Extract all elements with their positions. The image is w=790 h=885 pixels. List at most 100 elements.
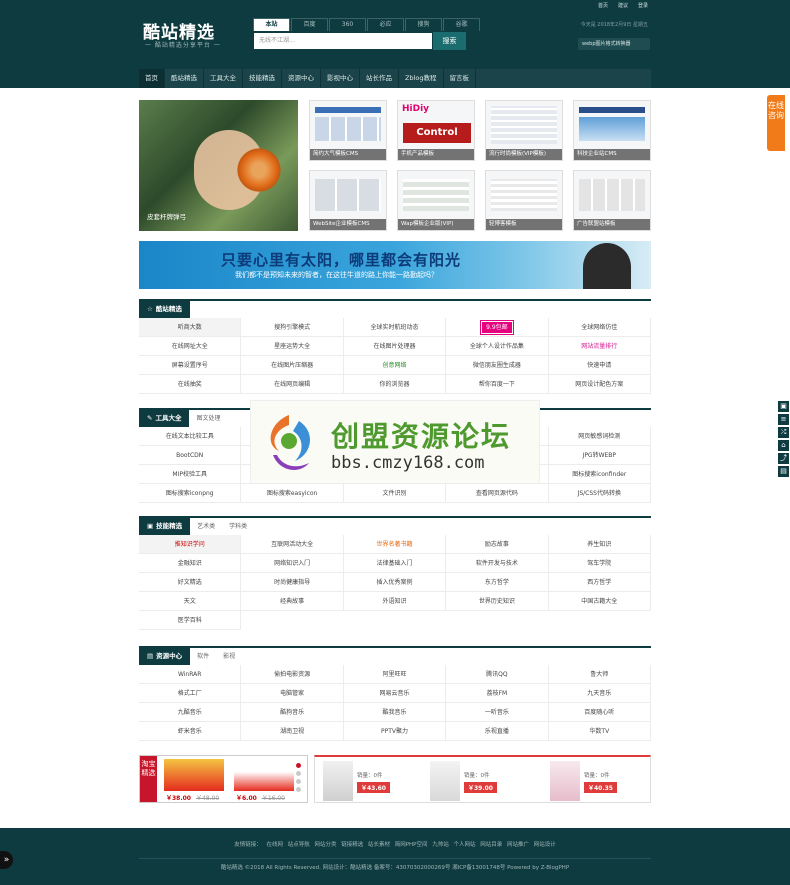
link-cell[interactable]: 全球实时航班动态 xyxy=(343,318,447,337)
link-cell[interactable]: PPTV聚力 xyxy=(343,722,447,741)
shuffle-icon[interactable]: ⤮ xyxy=(778,427,789,438)
pager-dot[interactable] xyxy=(295,787,301,792)
link-cell[interactable]: 创意网络 xyxy=(343,356,447,375)
link-cell[interactable]: 全球个人设计作品集 xyxy=(446,337,549,356)
link-cell[interactable]: 好文精选 xyxy=(139,573,242,592)
link-cell[interactable]: 外语知识 xyxy=(343,592,447,611)
share-icon[interactable]: ⤴ xyxy=(778,453,789,464)
link-cell[interactable]: 搜狗引擎模式 xyxy=(241,318,344,337)
link-cell[interactable]: 在线图片压缩器 xyxy=(241,356,344,375)
link-cell[interactable]: 酷我音乐 xyxy=(343,703,447,722)
link-cell[interactable]: 网易云音乐 xyxy=(343,684,447,703)
link-cell[interactable]: 快速申请 xyxy=(548,356,651,375)
thumb-card[interactable]: 广告联盟站模板 xyxy=(573,170,651,231)
search-tab-360[interactable]: 360 xyxy=(329,18,366,31)
link-cell[interactable]: JPG转WEBP xyxy=(548,446,651,465)
online-service-button[interactable]: 在线咨询 xyxy=(767,95,785,151)
link-cell[interactable]: 插入优秀案例 xyxy=(343,573,447,592)
section-tab[interactable]: 学科类 xyxy=(222,518,254,535)
pager-dot[interactable] xyxy=(295,763,301,768)
link-cell[interactable]: 全球网络仿佳 xyxy=(548,318,651,337)
link-cell[interactable]: MIP校验工具 xyxy=(139,465,242,484)
link-cell[interactable]: 中国古籍大全 xyxy=(548,592,651,611)
section-title[interactable]: ✎ 工具大全 xyxy=(139,410,190,427)
thumb-card[interactable]: 流行时尚模板(VIP模板) xyxy=(485,100,563,161)
link-cell[interactable]: 医学百科 xyxy=(139,611,242,630)
link-cell[interactable]: 世界名著书籍 xyxy=(343,535,447,554)
link-cell[interactable]: 图标搜索iconpng xyxy=(139,484,242,503)
search-tab-google[interactable]: 谷歌 xyxy=(443,18,480,31)
promo-badge[interactable]: 9.9包邮 xyxy=(480,320,514,335)
thumb-card[interactable]: WebSite企业模板CMS xyxy=(309,170,387,231)
link-cell[interactable]: BootCDN xyxy=(139,446,242,465)
link-cell[interactable]: 格式工厂 xyxy=(139,684,242,703)
search-tab-sogou[interactable]: 搜狗 xyxy=(405,18,442,31)
section-title[interactable]: ▣ 技能精选 xyxy=(139,518,191,535)
link-cell[interactable]: 一听音乐 xyxy=(446,703,549,722)
link-cell[interactable]: 图标搜索easyicon xyxy=(241,484,344,503)
link-cell[interactable]: 鲁大师 xyxy=(548,665,651,684)
link-cell[interactable]: JS/CSS代码转换 xyxy=(548,484,651,503)
link-cell[interactable]: 微信朋友圈生成器 xyxy=(446,356,549,375)
thumb-card[interactable]: 科技企业站CMS xyxy=(573,100,651,161)
link-cell[interactable]: 你的浏览器 xyxy=(343,375,447,394)
link-cell[interactable]: 九酷音乐 xyxy=(139,703,242,722)
search-input[interactable]: 无线不江湖... xyxy=(253,32,433,50)
link-cell[interactable]: 查看网页源代码 xyxy=(446,484,549,503)
ad-banner[interactable]: 只要心里有太阳，哪里都会有阳光 我们都不是预知未来的智者，在这往牛道的路上你能一… xyxy=(139,241,651,289)
link-cell[interactable]: 励志故事 xyxy=(446,535,549,554)
link-cell[interactable]: 星座运势大全 xyxy=(241,337,344,356)
link-cell[interactable]: 法律基础入门 xyxy=(343,554,447,573)
section-title[interactable]: ☆ 酷站精选 xyxy=(139,301,190,318)
promo-item[interactable]: 销量：0件 ￥43.60 xyxy=(323,761,403,801)
link-cell[interactable]: 九天音乐 xyxy=(548,684,651,703)
thumb-card[interactable]: HiDiy Control 手机产品模板 xyxy=(397,100,475,161)
section-tab[interactable]: 影视 xyxy=(216,648,242,665)
link-cell[interactable]: 网页设计配色方案 xyxy=(548,375,651,394)
link-cell[interactable]: 金融知识 xyxy=(139,554,242,573)
link-cell[interactable]: 屏幕设置序号 xyxy=(139,356,242,375)
link-cell[interactable]: 在线图片处理器 xyxy=(343,337,447,356)
nav-guestbook[interactable]: 留言板 xyxy=(444,69,476,88)
pager-dot[interactable] xyxy=(295,779,301,784)
link-cell[interactable]: 虾米音乐 xyxy=(139,722,242,741)
promo-product-image[interactable] xyxy=(234,759,294,791)
link-cell[interactable]: 互联网活动大全 xyxy=(241,535,344,554)
slider-caption[interactable]: 皮套杆牌弹弓 xyxy=(147,211,186,221)
link-cell[interactable]: 推知识学问 xyxy=(139,535,242,554)
nav-zblog[interactable]: Zblog教程 xyxy=(399,69,444,88)
link-cell[interactable]: 腾讯QQ xyxy=(446,665,549,684)
link-cell[interactable]: 湖南卫视 xyxy=(241,722,344,741)
promo-item[interactable]: 销量：0件 ￥39.00 xyxy=(430,761,510,801)
top-link-login[interactable]: 登录 xyxy=(638,2,648,9)
footer-links[interactable]: 友情链接： 在线网 站点导航 网站分类 链接精选 站长素材 简网PHP空间 九帅… xyxy=(0,840,790,848)
link-cell[interactable]: 华数TV xyxy=(548,722,651,741)
link-cell[interactable]: 在线抽奖 xyxy=(139,375,242,394)
link-cell[interactable]: 西方哲学 xyxy=(548,573,651,592)
link-cell[interactable]: 天文 xyxy=(139,592,242,611)
promo-product-image[interactable] xyxy=(164,759,224,791)
section-tab[interactable]: 图文处理 xyxy=(189,410,227,427)
link-cell[interactable]: 网站流量排行 xyxy=(548,337,651,356)
thumb-card[interactable]: Wap模板企业版(VIP) xyxy=(397,170,475,231)
link-cell[interactable]: 百度随心听 xyxy=(548,703,651,722)
notice-link[interactable]: webp图片格式转换器 xyxy=(578,38,650,50)
qrcode-icon[interactable]: ▣ xyxy=(778,401,789,412)
nav-works[interactable]: 站长作品 xyxy=(360,69,399,88)
search-tab-site[interactable]: 本站 xyxy=(253,18,290,31)
link-cell[interactable]: 东方哲学 xyxy=(446,573,549,592)
nav-resources[interactable]: 资源中心 xyxy=(282,69,321,88)
thumb-card[interactable]: 简约大气模板CMS xyxy=(309,100,387,161)
link-cell[interactable]: 荔枝FM xyxy=(446,684,549,703)
featured-slider[interactable]: 皮套杆牌弹弓 xyxy=(139,100,298,231)
pager-dot[interactable] xyxy=(295,771,301,776)
link-cell[interactable]: 阿里旺旺 xyxy=(343,665,447,684)
link-cell[interactable]: 在线文本比较工具 xyxy=(139,427,242,446)
search-tab-baidu[interactable]: 百度 xyxy=(291,18,328,31)
top-link-home[interactable]: 首页 xyxy=(598,2,608,9)
link-cell[interactable]: 文件识别 xyxy=(343,484,447,503)
link-cell[interactable]: 9.9包邮 xyxy=(446,318,549,337)
link-cell[interactable]: 驾车学院 xyxy=(548,554,651,573)
link-cell[interactable]: WinRAR xyxy=(139,665,242,684)
link-cell[interactable]: 图标搜索iconfinder xyxy=(548,465,651,484)
